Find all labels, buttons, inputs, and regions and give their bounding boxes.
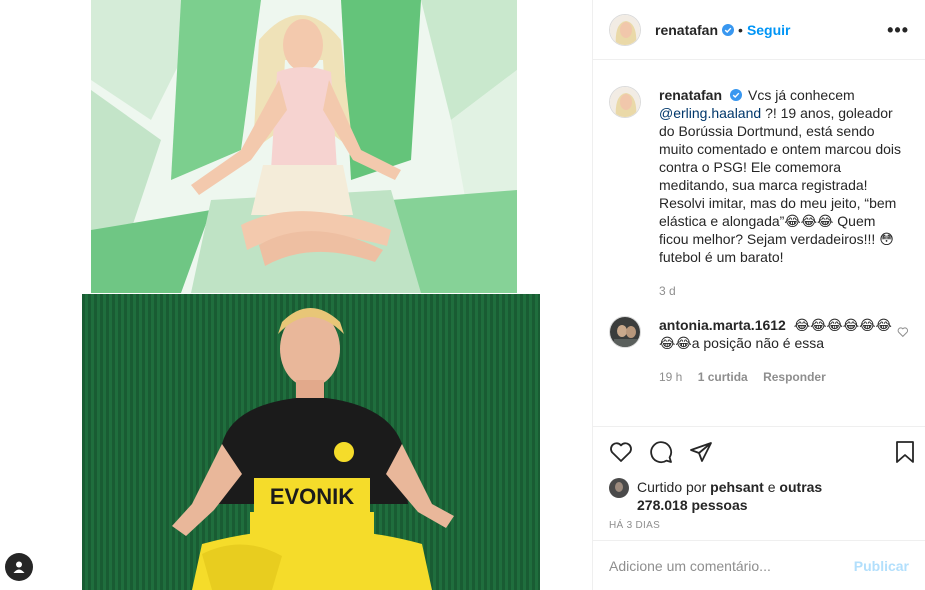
liker-username[interactable]: pehsant xyxy=(710,479,764,495)
verified-icon xyxy=(722,23,735,36)
reply-button[interactable]: Responder xyxy=(763,370,826,384)
post-actions: Curtido por pehsant e outras 278.018 pes… xyxy=(593,426,925,531)
likes-conjunction: e xyxy=(767,479,776,495)
comment-input[interactable] xyxy=(609,557,854,574)
comment-meta: 19 h 1 curtida Responder xyxy=(659,368,897,386)
comment-likes[interactable]: 1 curtida xyxy=(698,370,748,384)
user-tag-icon[interactable] xyxy=(5,553,33,581)
caption: renatafan Vcs já conhecem @erling.haaland… xyxy=(609,86,909,300)
jersey-sponsor: EVONIK xyxy=(270,484,354,509)
post-header: renatafan • Seguir ••• xyxy=(593,0,925,60)
caption-text: ?! 19 anos, goleador do Borússia Dortmun… xyxy=(659,105,902,265)
post-media[interactable]: EVONIK xyxy=(0,0,592,590)
photo-haaland-meditating: EVONIK xyxy=(82,294,540,590)
likes-summary: Curtido por pehsant e outras 278.018 pes… xyxy=(609,478,909,514)
comment-icon[interactable] xyxy=(649,440,673,464)
caption-avatar[interactable] xyxy=(609,86,641,118)
comments-section[interactable]: renatafan Vcs já conhecem @erling.haaland… xyxy=(593,60,925,426)
verified-icon xyxy=(730,89,743,101)
post-timestamp[interactable]: HÁ 3 DIAS xyxy=(609,520,909,531)
caption-text-before: Vcs já conhecem xyxy=(748,87,855,103)
mention-link[interactable]: @erling.haaland xyxy=(659,105,761,121)
author-username[interactable]: renatafan xyxy=(655,22,718,38)
liker-avatar[interactable] xyxy=(609,478,629,498)
commenter-username[interactable]: antonia.marta.1612 xyxy=(659,317,786,333)
commenter-avatar[interactable] xyxy=(609,316,641,348)
caption-body: renatafan Vcs já conhecem @erling.haaland… xyxy=(659,86,904,300)
heart-icon[interactable] xyxy=(609,440,633,464)
post-details-panel: renatafan • Seguir ••• renatafan Vcs já c… xyxy=(592,0,925,590)
follow-button[interactable]: Seguir xyxy=(747,22,791,38)
separator-dot: • xyxy=(738,21,743,38)
comment-like-heart-icon[interactable] xyxy=(897,326,909,338)
author-avatar[interactable] xyxy=(609,13,641,46)
action-icons xyxy=(609,440,914,464)
add-comment-bar: Publicar xyxy=(593,540,925,590)
comment-body: antonia.marta.1612 😂😂😂😂😂😂😂😂a posição não… xyxy=(659,316,897,386)
caption-age[interactable]: 3 d xyxy=(659,284,676,298)
bookmark-icon[interactable] xyxy=(893,440,917,464)
publish-button[interactable]: Publicar xyxy=(854,558,909,574)
caption-meta: 3 d xyxy=(659,282,904,300)
photo-renata-meditating xyxy=(91,0,517,293)
more-icon[interactable]: ••• xyxy=(887,21,909,39)
share-icon[interactable] xyxy=(689,440,713,464)
likes-prefix: Curtido por xyxy=(637,479,707,495)
caption-username[interactable]: renatafan xyxy=(659,87,722,103)
comment-item: antonia.marta.1612 😂😂😂😂😂😂😂😂a posição não… xyxy=(609,316,909,386)
comment-age[interactable]: 19 h xyxy=(659,370,682,384)
